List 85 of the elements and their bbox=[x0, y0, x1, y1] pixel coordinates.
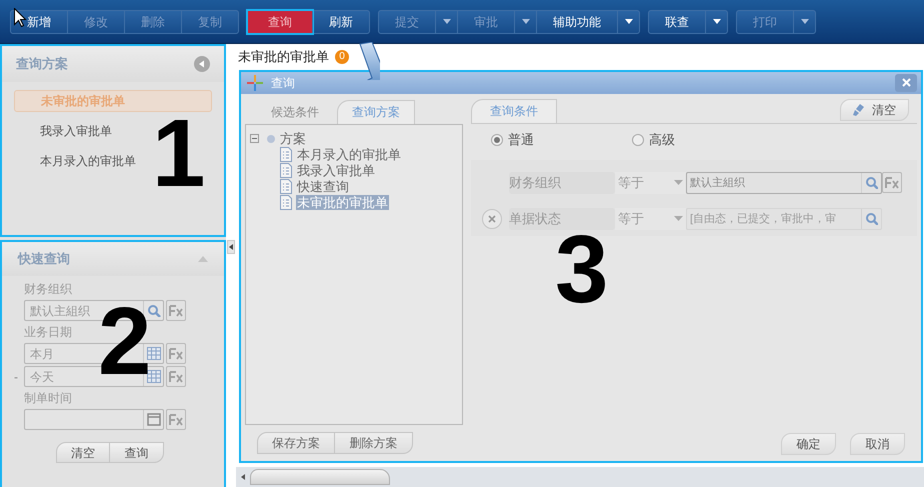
formula-button[interactable] bbox=[166, 343, 186, 364]
tab[interactable]: 查询方案 bbox=[337, 100, 415, 124]
query-button[interactable]: 清空 bbox=[56, 442, 110, 463]
toolbar-button[interactable]: 提交 bbox=[379, 10, 435, 32]
annotation-number: 3 bbox=[555, 234, 608, 306]
toolbar-button[interactable]: 删除 bbox=[124, 10, 181, 32]
pinwheel-icon bbox=[247, 74, 263, 91]
calendar-icon bbox=[146, 347, 160, 360]
query-button[interactable]: 查询 bbox=[110, 442, 164, 463]
scheme-button[interactable]: 保存方案 bbox=[257, 432, 335, 454]
minus-icon bbox=[252, 136, 257, 142]
toolbar-button[interactable]: 复制 bbox=[181, 10, 238, 32]
input-field[interactable] bbox=[24, 409, 164, 430]
caret-icon bbox=[442, 19, 450, 24]
scroll-thumb[interactable] bbox=[250, 469, 390, 486]
toolbar-button[interactable]: 新增 bbox=[11, 10, 67, 32]
caret-icon bbox=[712, 19, 720, 24]
field-label: 业务日期 bbox=[24, 324, 73, 341]
formula-button[interactable] bbox=[882, 172, 902, 194]
left-arrow-icon bbox=[241, 474, 245, 480]
scheme-button[interactable]: 删除方案 bbox=[335, 432, 413, 454]
condition-field: 财务组织 bbox=[509, 172, 615, 194]
annotation-number: 1 bbox=[152, 118, 206, 190]
count-badge: 0 bbox=[335, 50, 349, 64]
input-field[interactable]: 默认主組织 bbox=[686, 172, 882, 194]
fx-icon bbox=[169, 304, 183, 316]
fx-icon bbox=[169, 370, 183, 382]
toolbar-button[interactable]: 查询 bbox=[248, 10, 312, 32]
left-arrow-icon bbox=[229, 244, 233, 250]
search-icon bbox=[865, 176, 878, 190]
splitter-button[interactable] bbox=[227, 240, 235, 254]
fx-icon bbox=[885, 176, 899, 189]
caret-icon bbox=[624, 19, 632, 24]
expander-button[interactable] bbox=[250, 134, 259, 144]
clear-button[interactable]: 清空 bbox=[840, 98, 909, 121]
document-icon bbox=[280, 163, 292, 178]
tree-item[interactable]: 方案 bbox=[279, 131, 307, 146]
radio-option[interactable]: 高级 bbox=[632, 130, 675, 150]
document-icon bbox=[280, 179, 292, 194]
search-icon bbox=[146, 304, 160, 317]
brush-icon bbox=[853, 104, 864, 116]
close-icon bbox=[488, 214, 496, 223]
remove-button[interactable] bbox=[482, 208, 502, 229]
folder-dot-icon bbox=[267, 134, 275, 143]
tab[interactable]: 候选条件 bbox=[257, 100, 333, 124]
cursor-icon bbox=[14, 8, 28, 27]
window-icon bbox=[146, 413, 160, 426]
fx-icon bbox=[169, 414, 183, 426]
window-title: 查询 bbox=[271, 74, 295, 92]
tree-item[interactable]: 我录入审批单 bbox=[296, 163, 376, 178]
formula-button[interactable] bbox=[166, 409, 186, 430]
tab[interactable]: 查询条件 bbox=[471, 98, 557, 123]
formula-button[interactable] bbox=[166, 300, 186, 321]
close-button[interactable] bbox=[895, 74, 917, 92]
panel-title: 快速查询 bbox=[18, 250, 70, 268]
search-icon bbox=[865, 212, 878, 226]
collapse-icon bbox=[194, 56, 210, 72]
document-icon bbox=[280, 195, 292, 210]
range-dash: - bbox=[14, 368, 18, 386]
caret-icon bbox=[522, 19, 530, 24]
panel-title: 查询方案 bbox=[16, 55, 68, 74]
document-icon bbox=[280, 147, 292, 162]
field-label: 制单时间 bbox=[24, 390, 73, 407]
toolbar-button[interactable]: 刷新 bbox=[312, 10, 369, 32]
document-tab[interactable]: 未审批的审批单 bbox=[238, 47, 329, 67]
toolbar-button[interactable]: 审批 bbox=[457, 10, 514, 32]
tree-item[interactable]: 本月录入的审批单 bbox=[296, 147, 402, 162]
collapse-icon bbox=[198, 256, 208, 262]
dialog-button[interactable]: 取消 bbox=[850, 433, 905, 456]
caret-icon bbox=[674, 180, 683, 186]
calendar-icon bbox=[146, 370, 160, 383]
radio-option[interactable]: 普通 bbox=[491, 130, 534, 150]
fx-icon bbox=[169, 348, 183, 360]
field-label: 财务组织 bbox=[24, 281, 73, 298]
caret-icon bbox=[674, 216, 683, 222]
caret-icon bbox=[800, 19, 808, 24]
toolbar-button[interactable]: 辅助功能 bbox=[536, 10, 617, 32]
collapse-button[interactable] bbox=[194, 56, 210, 72]
formula-button[interactable] bbox=[166, 366, 186, 387]
tree-item[interactable]: 快速查询 bbox=[296, 179, 350, 194]
condition-field: 单据状态 bbox=[509, 208, 615, 230]
tree-item[interactable]: 未审批的审批单 bbox=[296, 195, 389, 210]
dialog-button[interactable]: 确定 bbox=[781, 433, 836, 456]
close-icon bbox=[902, 78, 910, 88]
toolbar-button[interactable]: 修改 bbox=[67, 10, 124, 32]
